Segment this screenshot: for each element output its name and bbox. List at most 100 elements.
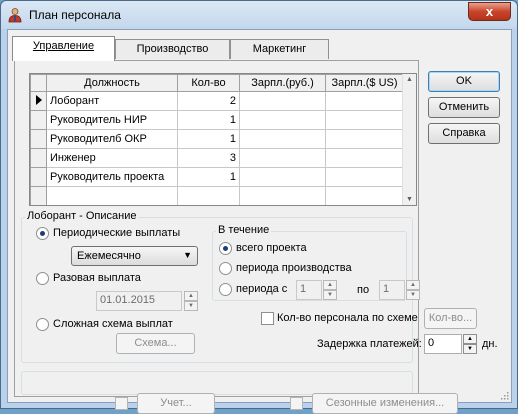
scheme-button[interactable]: Схема... (116, 333, 195, 354)
spin-up-icon[interactable]: ▲ (323, 280, 337, 290)
close-button[interactable]: x (468, 2, 511, 21)
table-row[interactable]: Руководитель НИР 1 (30, 110, 404, 130)
ok-button[interactable]: OK (428, 71, 500, 92)
tab-production[interactable]: Производство (115, 39, 230, 59)
period-to-value: 1 (383, 283, 390, 295)
description-group-label: Лоборант - Описание (25, 210, 139, 222)
cell-count[interactable]: 1 (177, 110, 240, 130)
staff-app-icon (8, 8, 22, 23)
spin-down-icon[interactable]: ▼ (406, 290, 420, 300)
staff-by-scheme-label: Кол-во персонала по схеме (277, 312, 418, 324)
help-button[interactable]: Справка (428, 123, 500, 144)
row-indicator (30, 110, 47, 130)
cell-salary-usd[interactable] (325, 110, 404, 130)
cell-salary-usd[interactable] (325, 91, 404, 111)
frequency-select[interactable]: Ежемесячно ▼ (71, 246, 198, 266)
single-payment-date-value: 01.01.2015 (100, 294, 156, 306)
tab-management[interactable]: Управление (12, 36, 115, 61)
complex-scheme-label: Сложная схема выплат (53, 318, 173, 330)
cell-count[interactable]: 1 (177, 129, 240, 149)
periodic-payments-radio[interactable] (36, 227, 49, 240)
tab-panel-management: Должность Кол-во Зарпл.(руб.) Зарпл.($ U… (14, 60, 498, 414)
table-row[interactable]: Инженер 3 (30, 148, 404, 168)
resize-grip-icon[interactable] (499, 390, 509, 400)
row-indicator (30, 186, 47, 205)
cell-empty[interactable] (325, 186, 404, 205)
staff-count-button-label: Кол-во... (428, 312, 473, 324)
spin-up-icon[interactable]: ▲ (463, 334, 477, 344)
tab-marketing[interactable]: Маркетинг (230, 39, 329, 59)
cell-position[interactable]: Руководитель НИР (46, 110, 178, 130)
production-period-radio[interactable] (219, 262, 232, 275)
single-payment-date-stepper[interactable]: ▲ ▼ (184, 291, 198, 311)
cell-salary-rub[interactable] (239, 110, 326, 130)
staff-table[interactable]: Должность Кол-во Зарпл.(руб.) Зарпл.($ U… (29, 73, 417, 206)
spin-up-icon[interactable]: ▲ (406, 280, 420, 290)
single-payment-label: Разовая выплата (53, 272, 141, 284)
cell-salary-rub[interactable] (239, 167, 326, 187)
column-header-count[interactable]: Кол-во (177, 74, 240, 92)
seasonal-checkbox[interactable] (290, 397, 303, 410)
cell-position[interactable]: Лоборант (46, 91, 178, 111)
payment-delay-stepper[interactable]: ▲ ▼ (463, 334, 477, 354)
column-header-position[interactable]: Должность (46, 74, 178, 92)
cell-position[interactable]: Инженер (46, 148, 178, 168)
spin-down-icon[interactable]: ▼ (463, 344, 477, 354)
period-from-stepper[interactable]: ▲ ▼ (323, 280, 337, 300)
dialog-client-area: Управление Производство Маркетинг Должно… (7, 29, 512, 414)
window-title: План персонала (29, 8, 121, 22)
period-to-stepper[interactable]: ▲ ▼ (406, 280, 420, 300)
table-vertical-scrollbar[interactable]: ▲ ▼ (402, 74, 416, 205)
cell-count[interactable]: 1 (177, 167, 240, 187)
accounting-button[interactable]: Учет... (137, 393, 215, 414)
payment-delay-label: Задержка платежей: (317, 338, 422, 350)
cell-salary-usd[interactable] (325, 167, 404, 187)
cancel-button[interactable]: Отменить (428, 97, 500, 118)
close-icon: x (485, 4, 494, 19)
seasonal-changes-button[interactable]: Сезонные изменения... (312, 393, 458, 414)
scroll-up-arrow-icon[interactable]: ▲ (406, 76, 413, 83)
cell-position[interactable]: Руководитель проекта (46, 167, 178, 187)
single-payment-date-field[interactable]: 01.01.2015 (96, 291, 182, 311)
title-bar[interactable]: План персонала x (1, 1, 517, 29)
column-header-salary-usd[interactable]: Зарпл.($ US) (325, 74, 404, 92)
cell-salary-usd[interactable] (325, 129, 404, 149)
seasonal-changes-button-label: Сезонные изменения... (325, 397, 445, 409)
table-row[interactable]: Лоборант 2 (30, 91, 404, 111)
whole-project-label: всего проекта (236, 242, 307, 254)
spin-down-icon[interactable]: ▼ (323, 290, 337, 300)
row-indicator (30, 129, 47, 149)
cell-salary-rub[interactable] (239, 129, 326, 149)
column-header-salary-rub[interactable]: Зарпл.(руб.) (239, 74, 326, 92)
period-to-field[interactable]: 1 (379, 280, 405, 300)
frequency-select-value: Ежемесячно (77, 250, 141, 262)
cell-count[interactable]: 2 (177, 91, 240, 111)
cell-empty[interactable] (46, 186, 178, 205)
staff-by-scheme-checkbox[interactable] (261, 312, 274, 325)
accounting-checkbox[interactable] (115, 397, 128, 410)
period-from-field[interactable]: 1 (296, 280, 322, 300)
spin-down-icon[interactable]: ▼ (184, 301, 198, 311)
payment-delay-field[interactable]: 0 (424, 334, 462, 354)
period-to-label: по (357, 284, 370, 296)
cell-position[interactable]: Руководителб ОКР (46, 129, 178, 149)
help-button-label: Справка (442, 127, 486, 139)
cell-salary-rub[interactable] (239, 91, 326, 111)
whole-project-radio[interactable] (219, 242, 232, 255)
production-period-label: периода производства (236, 262, 352, 274)
cell-empty[interactable] (239, 186, 326, 205)
cell-empty[interactable] (177, 186, 240, 205)
table-row[interactable]: Руководитель проекта 1 (30, 167, 404, 187)
complex-scheme-radio[interactable] (36, 318, 49, 331)
payment-delay-value: 0 (428, 337, 435, 349)
staff-count-button[interactable]: Кол-во... (424, 308, 477, 329)
cell-salary-rub[interactable] (239, 148, 326, 168)
cell-count[interactable]: 3 (177, 148, 240, 168)
single-payment-radio[interactable] (36, 272, 49, 285)
spin-up-icon[interactable]: ▲ (184, 291, 198, 301)
table-row-empty[interactable] (30, 186, 404, 205)
scroll-down-arrow-icon[interactable]: ▼ (406, 196, 413, 203)
table-row[interactable]: Руководителб ОКР 1 (30, 129, 404, 149)
cell-salary-usd[interactable] (325, 148, 404, 168)
period-from-radio[interactable] (219, 283, 232, 296)
